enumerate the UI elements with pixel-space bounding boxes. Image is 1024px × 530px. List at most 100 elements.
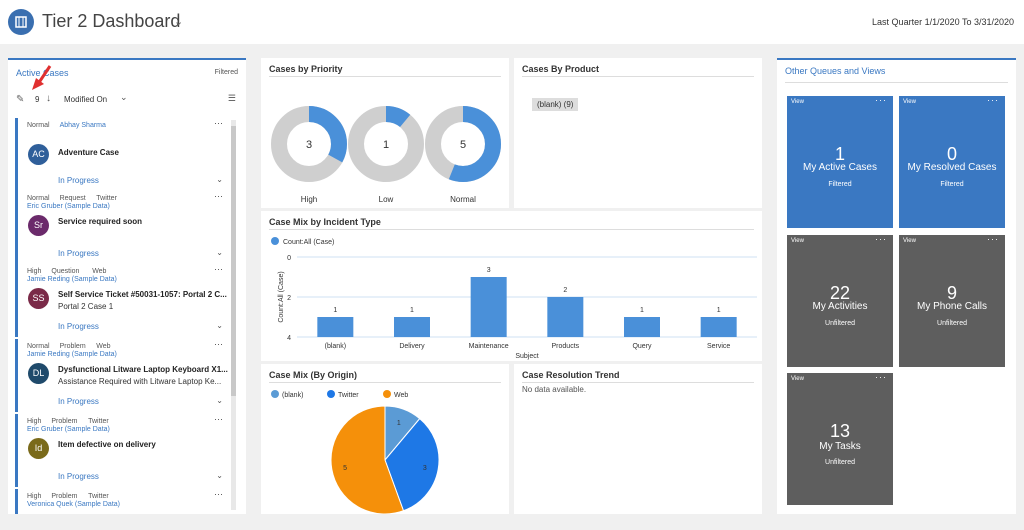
tile-label: View <box>903 99 916 105</box>
more-icon[interactable]: ⋯ <box>214 118 223 129</box>
cases-by-product-panel: Cases By Product (blank) (9) <box>514 58 762 208</box>
avatar: SS <box>28 288 49 309</box>
x-tick-label: Maintenance <box>469 343 509 350</box>
case-tag: Problem <box>51 493 78 500</box>
incident-bar-chart: Count:All (Case) 0 2 4 Count:All (Case) 1 (bla… <box>271 237 757 360</box>
tile-label: View <box>791 238 804 244</box>
avatar: AC <box>28 144 49 165</box>
more-icon[interactable]: ··· <box>875 234 887 244</box>
x-axis-label: Subject <box>515 353 538 360</box>
chevron-down-icon[interactable]: ⌄ <box>216 175 223 184</box>
legend-label: Web <box>394 392 408 399</box>
y-tick-label: 2 <box>287 295 291 302</box>
tile-filter: Unfiltered <box>825 459 855 466</box>
case-tag: Request <box>59 195 86 202</box>
chevron-down-icon[interactable]: ⌄ <box>216 471 223 480</box>
queue-tile[interactable]: View ··· 0 My Resolved Cases Filtered <box>899 95 1005 228</box>
x-tick-label: Delivery <box>399 343 425 350</box>
y-axis-label: Count:All (Case) <box>278 271 285 322</box>
tile-title: My Activities <box>812 301 868 312</box>
queue-tile[interactable]: View ··· 9 My Phone Calls Unfiltered <box>899 234 1005 367</box>
tile-label: View <box>791 99 804 105</box>
case-tag: High <box>27 418 42 425</box>
queue-tile[interactable]: View ··· 1 My Active Cases Filtered <box>787 95 893 228</box>
case-tag: Problem <box>51 418 78 425</box>
case-tag: Problem <box>59 343 86 350</box>
cases-by-priority-panel: Cases by Priority 3 High 1 Low 5 Normal <box>261 58 509 208</box>
chevron-down-icon[interactable]: ⌄ <box>216 396 223 405</box>
bar <box>624 317 660 337</box>
tile-label: View <box>791 376 804 382</box>
case-tag: High <box>27 493 42 500</box>
more-icon[interactable]: ⋯ <box>214 339 223 350</box>
more-icon[interactable]: ··· <box>987 95 999 105</box>
panel-title: Case Mix (By Origin) <box>269 370 358 380</box>
list-view-icon[interactable]: ☰ <box>228 93 236 104</box>
slice-label: 3 <box>423 465 427 472</box>
tile-filter: Filtered <box>940 181 964 188</box>
legend-marker <box>327 390 335 398</box>
chevron-down-icon[interactable]: ⌄ <box>174 15 183 28</box>
tile-title: My Phone Calls <box>916 301 988 312</box>
data-label: 1 <box>410 307 414 314</box>
product-chip[interactable]: (blank) (9) <box>532 98 579 111</box>
panel-title: Other Queues and Views <box>785 66 886 76</box>
more-icon[interactable]: ⋯ <box>214 191 223 202</box>
case-card[interactable]: Normal Problem Web ⋯ Jamie Reding (Sample Da… <box>15 339 229 412</box>
queue-tile[interactable]: View ··· 22 My Activities Unfiltered <box>787 234 893 367</box>
legend-label: Count:All (Case) <box>283 239 334 246</box>
x-tick-label: Query <box>632 343 652 350</box>
origin-pie-chart: (blank) Twitter Web 1 3 5 <box>271 390 440 514</box>
more-icon[interactable]: ··· <box>875 372 887 382</box>
edit-icon[interactable]: ✎ <box>16 94 24 105</box>
case-card[interactable]: High Problem Twitter ⋯ Veronica Quek (Sample… <box>15 489 229 514</box>
data-label: 3 <box>487 267 491 274</box>
panel-title: Case Mix by Incident Type <box>269 217 381 227</box>
panel-title: Case Resolution Trend <box>522 370 620 380</box>
y-tick-label: 0 <box>287 255 291 262</box>
chevron-down-icon[interactable]: ⌄ <box>216 248 223 257</box>
more-icon[interactable]: ··· <box>987 234 999 244</box>
case-card[interactable]: High Problem Twitter ⋯ Eric Gruber (Sample D… <box>15 414 229 487</box>
more-icon[interactable]: ⋯ <box>214 489 223 500</box>
page-title: Tier 2 Dashboard <box>42 11 181 31</box>
case-subtitle: Assistance Required with Litware Laptop … <box>58 377 222 386</box>
tile-filter: Unfiltered <box>937 320 967 327</box>
case-card[interactable]: High Question Web ⋯ Jamie Reding (Sample Dat… <box>15 264 229 337</box>
donut-label: Low <box>379 195 394 204</box>
case-title: Service required soon <box>58 217 143 226</box>
data-label: 2 <box>563 287 567 294</box>
chevron-down-icon[interactable]: ⌄ <box>120 92 128 103</box>
case-tag: Normal <box>27 195 50 202</box>
donut-value: 3 <box>306 139 312 151</box>
case-owner: Eric Gruber (Sample Data) <box>27 203 110 210</box>
legend-label: Twitter <box>338 392 359 399</box>
tile-filter: Filtered <box>828 181 852 188</box>
more-icon[interactable]: ⋯ <box>214 264 223 275</box>
tile-title: My Resolved Cases <box>907 162 997 173</box>
more-icon[interactable]: ⋯ <box>214 414 223 425</box>
filter-status: Filtered <box>214 69 238 76</box>
queue-tile[interactable]: View ··· 13 My Tasks Unfiltered <box>787 372 893 505</box>
tile-label: View <box>903 238 916 244</box>
case-card[interactable]: Normal Abhay Sharma ⋯ AC Adventure Case In Pr… <box>15 118 229 191</box>
case-tag: Web <box>96 343 111 350</box>
bar <box>394 317 430 337</box>
bar <box>547 297 584 337</box>
header: Tier 2 Dashboard ⌄ Last Quarter 1/1/2020… <box>0 0 1024 44</box>
case-owner: Jamie Reding (Sample Data) <box>27 276 117 283</box>
case-tag: Twitter <box>88 493 109 500</box>
case-owner: Eric Gruber (Sample Data) <box>27 426 110 433</box>
case-tag: Question <box>51 268 80 275</box>
slice-label: 1 <box>397 420 401 427</box>
scrollbar[interactable] <box>231 120 236 510</box>
chevron-down-icon[interactable]: ⌄ <box>216 321 223 330</box>
x-tick-label: (blank) <box>325 343 346 350</box>
case-owner: Jamie Reding (Sample Data) <box>27 351 117 358</box>
case-card[interactable]: Normal Request Twitter ⋯ Eric Gruber (Sample… <box>15 191 229 264</box>
case-mix-origin-panel: Case Mix (By Origin) (blank) Twitter Web 1 3… <box>261 364 509 514</box>
case-status: In Progress <box>58 472 99 481</box>
case-title: Adventure Case <box>58 148 119 157</box>
more-icon[interactable]: ··· <box>875 95 887 105</box>
slice-label: 5 <box>343 465 347 472</box>
